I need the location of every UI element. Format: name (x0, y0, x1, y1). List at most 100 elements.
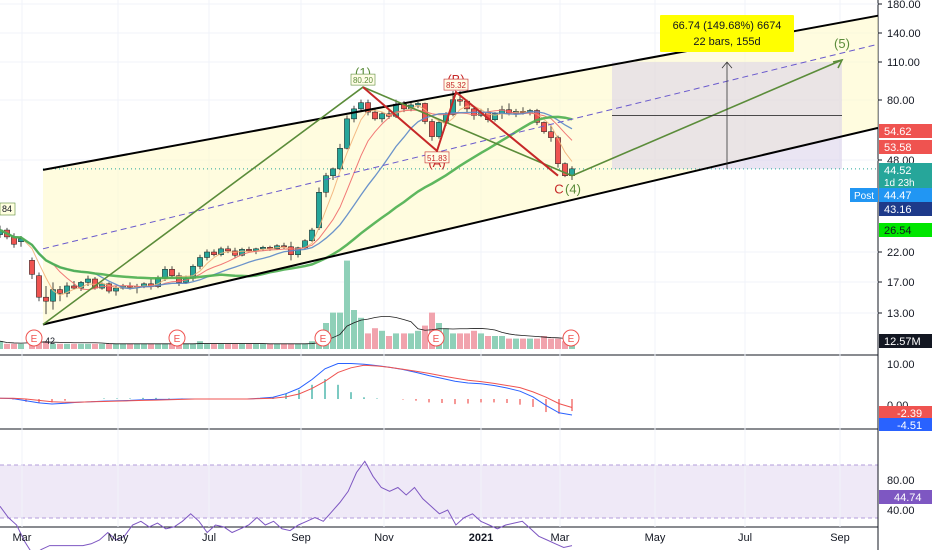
candle-body (211, 251, 217, 255)
y-tick-label: 22.00 (887, 247, 915, 259)
volume-bar (499, 336, 505, 349)
volume-bar (0, 341, 3, 349)
candle-body (43, 296, 49, 302)
volume-bar (162, 343, 168, 349)
price-label: 44.52 (884, 165, 912, 177)
volume-bar (302, 343, 308, 349)
volume-bar (379, 330, 385, 349)
candle-body (457, 99, 463, 102)
candle-body (29, 260, 35, 275)
candle-body (548, 131, 554, 138)
left-label-42: 42 (45, 336, 55, 346)
macd-value-label: -4.51 (897, 420, 922, 432)
volume-bar (120, 343, 126, 349)
volume-bar (485, 336, 491, 349)
wave-1-price-tag: 80.20 (353, 76, 374, 85)
y-tick-label: 140.00 (887, 28, 921, 40)
volume-bar (148, 343, 154, 349)
candle-body (436, 122, 442, 137)
x-tick-label: May (645, 532, 666, 544)
volume-bar (99, 343, 105, 349)
stock-chart[interactable]: (1)(A)(B)C(4)(5)80.2051.8385.328442EEEEE… (0, 0, 932, 555)
volume-bar (457, 333, 463, 349)
projection-label: 66.74 (149.68%) 6674 (673, 20, 782, 32)
rsi-y-tick: 40.00 (887, 505, 915, 517)
volume-bar (183, 343, 189, 349)
volume-bar (548, 338, 554, 349)
volume-bar (555, 338, 561, 349)
volume-bar (204, 343, 210, 349)
volume-bar (141, 343, 147, 349)
volume-bar (520, 338, 526, 349)
volume-bar (281, 343, 287, 349)
volume-bar (18, 343, 24, 349)
price-label: 44.47 (884, 190, 912, 202)
candle-body (372, 111, 378, 120)
volume-bar (337, 312, 343, 349)
x-tick-label: Jul (738, 532, 752, 544)
candle-body (358, 102, 364, 110)
volume-bar (134, 343, 140, 349)
volume-bar (365, 333, 371, 349)
candle-body (36, 275, 42, 298)
price-label: 54.62 (884, 126, 912, 138)
volume-bar (309, 341, 315, 349)
x-tick-label: Nov (374, 532, 394, 544)
y-tick-label: 80.00 (887, 95, 915, 107)
volume-bar (78, 343, 84, 349)
earnings-marker-label: E (174, 334, 181, 345)
candle-body (344, 118, 350, 149)
volume-bar (197, 341, 203, 349)
volume-bar (344, 260, 350, 349)
volume-bar (155, 343, 161, 349)
candle-body (429, 121, 435, 137)
candle-body (113, 287, 119, 292)
volume-bar (239, 343, 245, 349)
volume-bar (358, 317, 364, 349)
volume-bar (57, 343, 63, 349)
volume-bar (64, 343, 70, 349)
wave-label: C (554, 182, 563, 197)
candle-body (330, 168, 336, 176)
candle-body (323, 175, 329, 193)
macd-y-tick: 10.00 (887, 359, 915, 371)
volume-bar (253, 343, 259, 349)
earnings-marker-label: E (31, 334, 38, 345)
volume-bar (351, 310, 357, 349)
candle-body (225, 248, 231, 252)
volume-bar (401, 333, 407, 349)
x-tick-label: Mar (13, 532, 32, 544)
volume-bar (92, 343, 98, 349)
price-label: 43.16 (884, 204, 912, 216)
wave-label: (5) (834, 36, 850, 51)
volume-bar (85, 343, 91, 349)
x-tick-label: Mar (551, 532, 570, 544)
candle-body (204, 251, 210, 258)
candle-body (379, 113, 385, 120)
volume-bar (267, 343, 273, 349)
volume-bar (71, 343, 77, 349)
candle-body (197, 257, 203, 267)
volume-bar (330, 312, 336, 349)
volume-bar (211, 343, 217, 349)
wave-b-price-tag: 85.32 (446, 81, 467, 90)
volume-bar (260, 343, 266, 349)
rsi-y-tick: 80.00 (887, 475, 915, 487)
volume-bar (225, 343, 231, 349)
volume-bar (127, 343, 133, 349)
rsi-value-label: 44.74 (894, 492, 922, 504)
x-tick-label: Jul (202, 532, 216, 544)
volume-bar (288, 343, 294, 349)
projection-sub-label: 22 bars, 155d (693, 36, 760, 48)
volume-bar (422, 325, 428, 349)
earnings-marker-label: E (433, 334, 440, 345)
volume-bar (113, 343, 119, 349)
volume-bar (513, 338, 519, 349)
chart-stage: (1)(A)(B)C(4)(5)80.2051.8385.328442EEEEE… (0, 0, 932, 555)
x-tick-label: Sep (291, 532, 311, 544)
wave-label: (4) (565, 182, 581, 197)
left-label-84: 84 (2, 204, 12, 214)
volume-bar (506, 338, 512, 349)
volume-bar (527, 338, 533, 349)
volume-bar (464, 333, 470, 349)
